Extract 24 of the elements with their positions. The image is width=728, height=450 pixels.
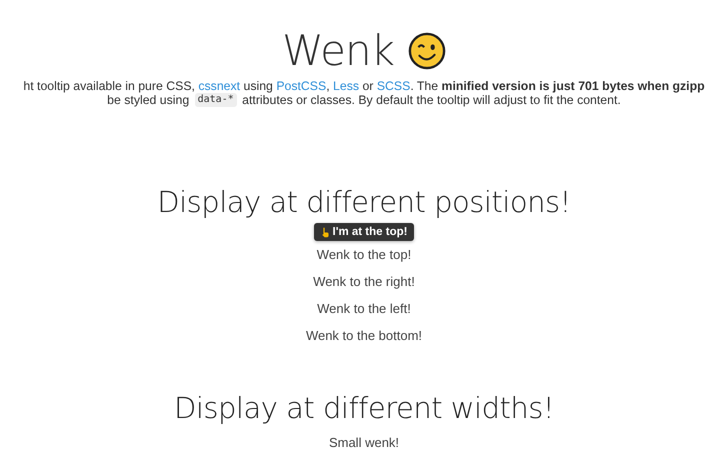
intro-text: or: [361, 79, 374, 93]
wink-face-icon: [408, 32, 446, 70]
code-snippet: data-*: [194, 93, 237, 107]
demo-text: Wenk to the left!: [317, 300, 411, 318]
link[interactable]: PostCSS: [276, 79, 326, 93]
demo-text: Wenk to the bottom!: [306, 327, 422, 345]
tooltip-text: I'm at the top!: [332, 226, 408, 238]
intro-text: ,: [326, 79, 331, 93]
intro-text: using: [242, 79, 274, 93]
intro-text: attributes or classes. By default the tooltip will adjust to fit the content.: [241, 93, 621, 107]
pointing-hand-icon: [320, 226, 329, 238]
link[interactable]: SCSS: [376, 79, 410, 93]
demo-text: Wenk to the right!: [313, 273, 415, 291]
intro-text: ht tooltip available in pure CSS,: [23, 79, 196, 93]
intro-text: minified version is just 701 bytes when gzipp: [442, 79, 705, 93]
demo-text: Small wenk!: [328, 434, 400, 450]
page-title: Wenk: [282, 26, 394, 75]
link[interactable]: Less: [333, 79, 360, 93]
section-heading: Display at different positions!: [157, 185, 571, 219]
intro-text: . The: [410, 79, 440, 93]
section-heading: Display at different widths!: [174, 391, 554, 425]
intro-text: be styled using: [107, 93, 190, 107]
link[interactable]: cssnext: [198, 79, 240, 93]
demo-text: Wenk to the top!: [316, 246, 412, 264]
